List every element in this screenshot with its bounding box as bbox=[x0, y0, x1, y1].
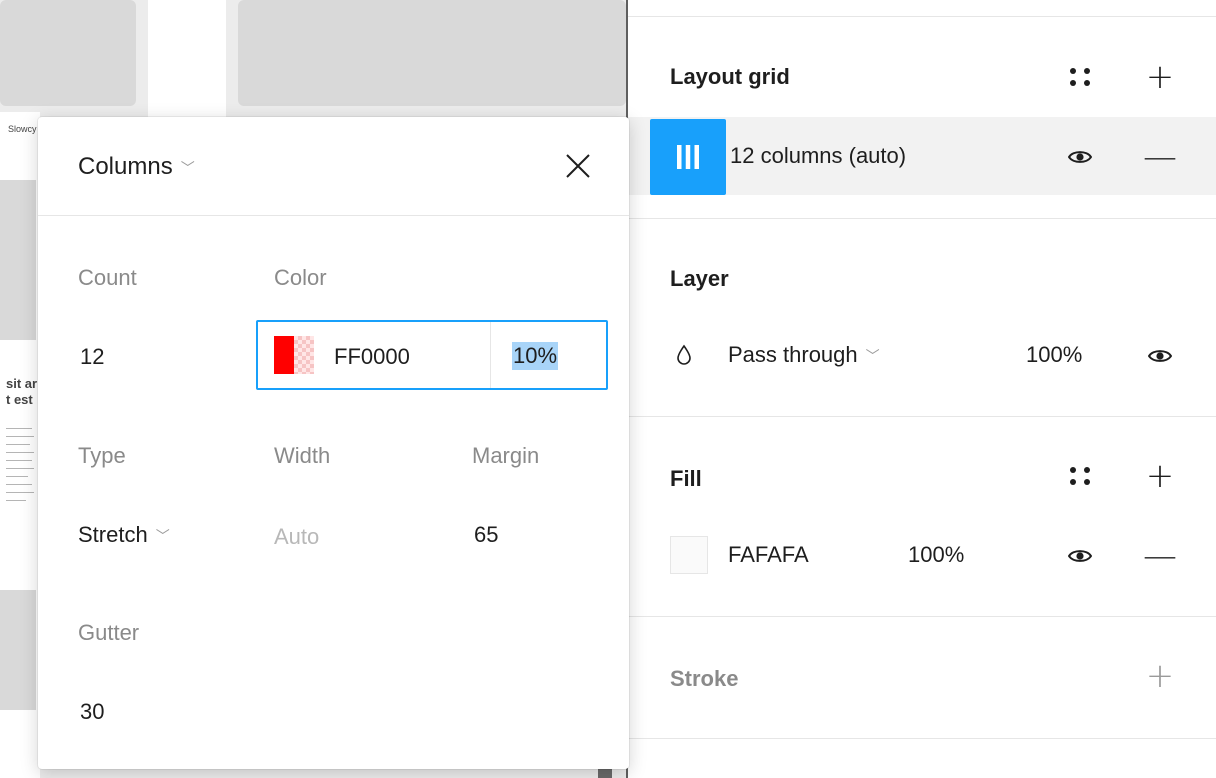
eye-icon bbox=[1068, 550, 1092, 562]
plus-icon: + bbox=[1145, 456, 1175, 496]
eye-icon bbox=[1068, 151, 1092, 163]
type-label: Type bbox=[78, 443, 126, 468]
toggle-fill-visibility-button[interactable] bbox=[1060, 536, 1100, 576]
type-value: Stretch bbox=[78, 522, 148, 547]
fill-styles-icon bbox=[1070, 467, 1090, 485]
color-swatch-solid bbox=[274, 336, 294, 374]
canvas-text-line bbox=[6, 452, 34, 453]
fill-opacity-input[interactable]: 100% bbox=[908, 542, 964, 568]
fill-styles-button[interactable] bbox=[1060, 456, 1100, 496]
grid-styles-button[interactable] bbox=[1060, 57, 1100, 97]
color-label: Color bbox=[274, 265, 327, 290]
popover-divider bbox=[38, 215, 629, 216]
close-icon bbox=[566, 154, 590, 178]
canvas-text-line bbox=[6, 484, 32, 485]
columns-grid-icon bbox=[677, 145, 699, 169]
canvas-snippet: sit ar bbox=[6, 376, 38, 391]
color-swatch[interactable] bbox=[274, 336, 314, 374]
canvas-text-line bbox=[6, 492, 34, 493]
layer-opacity-input[interactable]: 100% bbox=[1026, 342, 1082, 368]
canvas-frame bbox=[148, 0, 226, 120]
plus-icon: + bbox=[1145, 57, 1175, 97]
close-popover-button[interactable] bbox=[558, 146, 598, 186]
canvas-snippet: Slowcy bbox=[8, 124, 37, 134]
properties-panel: Layout grid + 12 columns (auto) — Layer … bbox=[628, 0, 1216, 778]
color-input-separator bbox=[490, 322, 491, 388]
section-divider bbox=[628, 738, 1216, 739]
color-hex-input[interactable]: FF0000 bbox=[334, 344, 410, 370]
fill-title: Fill bbox=[670, 466, 702, 491]
add-fill-button[interactable]: + bbox=[1140, 456, 1180, 496]
canvas-text-line bbox=[6, 444, 30, 445]
blend-mode-dropdown[interactable]: Pass through ﹀ bbox=[728, 342, 880, 368]
count-input[interactable]: 12 bbox=[80, 344, 104, 370]
blend-mode-icon bbox=[676, 344, 692, 371]
minus-icon: — bbox=[1143, 536, 1177, 576]
color-input-group[interactable]: FF0000 10% bbox=[256, 320, 608, 390]
remove-fill-button[interactable]: — bbox=[1140, 536, 1180, 576]
toggle-layer-visibility-button[interactable] bbox=[1140, 336, 1180, 376]
layer-title: Layer bbox=[670, 266, 729, 291]
canvas-text-line bbox=[6, 428, 32, 429]
count-label: Count bbox=[78, 265, 137, 290]
add-stroke-button[interactable]: + bbox=[1140, 656, 1180, 696]
layout-grid-title: Layout grid bbox=[670, 64, 790, 89]
type-dropdown[interactable]: Stretch ﹀ bbox=[78, 522, 170, 548]
plus-icon: + bbox=[1145, 656, 1175, 696]
gutter-input[interactable]: 30 bbox=[80, 699, 104, 725]
remove-layout-grid-button[interactable]: — bbox=[1140, 137, 1180, 177]
canvas-frame-thumb bbox=[0, 0, 136, 106]
toggle-grid-visibility-button[interactable] bbox=[1060, 137, 1100, 177]
canvas-text-line bbox=[6, 460, 32, 461]
canvas-image-block bbox=[0, 180, 36, 340]
fill-color-swatch[interactable] bbox=[670, 536, 708, 574]
fill-hex-input[interactable]: FAFAFA bbox=[728, 542, 809, 568]
canvas-frame-thumb bbox=[238, 0, 626, 106]
canvas-image-block bbox=[0, 590, 36, 710]
canvas-text-line bbox=[6, 468, 34, 469]
section-divider bbox=[628, 416, 1216, 417]
grid-type-value: Columns bbox=[78, 153, 173, 180]
canvas-text-line bbox=[6, 500, 26, 501]
chevron-down-icon: ﹀ bbox=[155, 528, 170, 545]
layout-grid-settings-button[interactable] bbox=[650, 119, 726, 195]
grid-type-dropdown[interactable]: Columns ﹀ bbox=[78, 153, 195, 181]
section-divider bbox=[628, 218, 1216, 219]
add-layout-grid-button[interactable]: + bbox=[1140, 57, 1180, 97]
gutter-label: Gutter bbox=[78, 620, 140, 645]
color-swatch-transparency bbox=[294, 336, 314, 374]
eye-icon bbox=[1148, 350, 1172, 362]
chevron-down-icon: ﹀ bbox=[180, 159, 195, 176]
chevron-down-icon: ﹀ bbox=[865, 348, 880, 365]
stroke-title: Stroke bbox=[670, 666, 739, 691]
width-input[interactable]: Auto bbox=[274, 524, 319, 550]
section-divider bbox=[628, 16, 1216, 17]
grid-styles-icon bbox=[1070, 68, 1090, 86]
layout-grid-settings-popover: Columns ﹀ Count Color 12 FF0000 10% Type … bbox=[38, 117, 629, 769]
width-label: Width bbox=[274, 443, 331, 468]
canvas-text-line bbox=[6, 476, 28, 477]
canvas-snippet: t est bbox=[6, 392, 33, 407]
section-divider bbox=[628, 616, 1216, 617]
margin-input[interactable]: 65 bbox=[474, 522, 498, 548]
margin-label: Margin bbox=[472, 443, 540, 468]
color-opacity-input[interactable]: 10% bbox=[512, 342, 559, 370]
layout-grid-label: 12 columns (auto) bbox=[730, 143, 907, 168]
canvas-text-line bbox=[6, 436, 34, 437]
blend-mode-value: Pass through bbox=[728, 342, 858, 367]
minus-icon: — bbox=[1143, 137, 1177, 177]
